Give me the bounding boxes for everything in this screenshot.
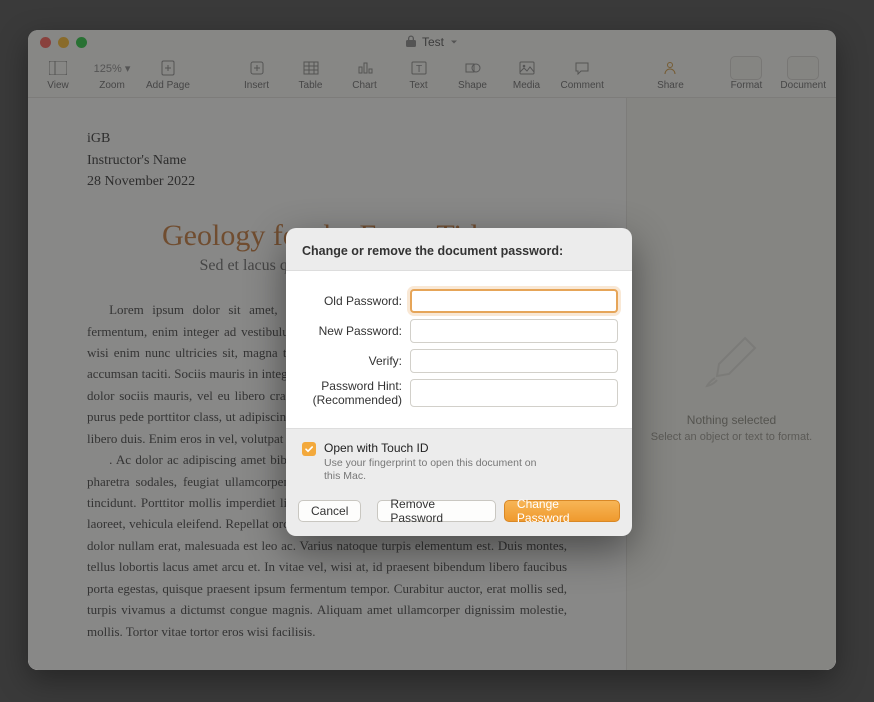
password-hint-label: Password Hint: (Recommended) <box>300 379 402 408</box>
new-password-input[interactable] <box>410 319 618 343</box>
cancel-button[interactable]: Cancel <box>298 500 361 522</box>
verify-password-label: Verify: <box>300 354 402 368</box>
dialog-heading: Change or remove the document password: <box>286 228 632 264</box>
change-password-button[interactable]: Change Password <box>504 500 620 522</box>
verify-password-input[interactable] <box>410 349 618 373</box>
password-dialog: Change or remove the document password: … <box>286 228 632 536</box>
touch-id-label: Open with Touch ID <box>324 441 554 455</box>
touch-id-row: Open with Touch ID Use your fingerprint … <box>286 429 632 488</box>
dialog-buttons: Cancel Remove Password Change Password <box>286 488 632 536</box>
old-password-label: Old Password: <box>300 294 402 308</box>
new-password-label: New Password: <box>300 324 402 338</box>
password-hint-input[interactable] <box>410 379 618 407</box>
touch-id-checkbox[interactable] <box>302 442 316 456</box>
dialog-form: Old Password: New Password: Verify: Pass… <box>286 270 632 429</box>
old-password-input[interactable] <box>410 289 618 313</box>
remove-password-button[interactable]: Remove Password <box>377 500 496 522</box>
app-window: Test View 125% ▾ Zoom Add Page <box>28 30 836 670</box>
touch-id-sub: Use your fingerprint to open this docume… <box>324 457 554 484</box>
